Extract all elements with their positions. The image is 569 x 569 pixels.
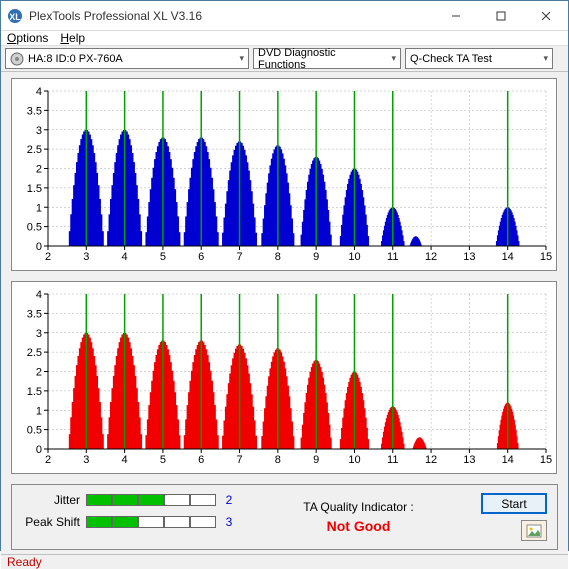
chart-top: 0 0.5 1 1.5 2 2.5 3 3.5 4 2 3 4 5 6 7 8 9 10 11 12 13 14 15 [11, 78, 557, 271]
svg-text:4: 4 [122, 251, 128, 263]
peakshift-value: 3 [222, 515, 236, 529]
svg-text:14: 14 [502, 454, 514, 466]
svg-text:11: 11 [387, 454, 398, 466]
segment [112, 494, 138, 506]
svg-text:0.5: 0.5 [27, 425, 42, 437]
svg-text:3.5: 3.5 [27, 105, 42, 117]
maximize-button[interactable] [478, 1, 523, 30]
jitter-bars [86, 494, 216, 506]
svg-text:2.5: 2.5 [27, 347, 42, 359]
svg-text:7: 7 [236, 251, 242, 263]
segment [112, 516, 138, 528]
svg-text:3: 3 [36, 328, 42, 340]
svg-text:8: 8 [275, 251, 281, 263]
svg-text:9: 9 [313, 454, 319, 466]
toolbar: HA:8 ID:0 PX-760A DVD Diagnostic Functio… [1, 46, 568, 72]
minimize-button[interactable] [433, 1, 478, 30]
svg-text:1.5: 1.5 [27, 183, 42, 195]
menu-help[interactable]: Help [60, 31, 85, 45]
start-button[interactable]: Start [481, 493, 547, 514]
svg-text:15: 15 [540, 251, 552, 263]
svg-text:13: 13 [463, 251, 475, 263]
segment [190, 516, 216, 528]
svg-text:1: 1 [36, 202, 42, 214]
svg-text:2: 2 [36, 164, 42, 176]
svg-text:10: 10 [348, 454, 360, 466]
segment [164, 516, 190, 528]
svg-text:4: 4 [36, 289, 42, 301]
svg-text:1: 1 [36, 405, 42, 417]
peakshift-label: Peak Shift [22, 515, 80, 529]
svg-text:2: 2 [45, 251, 51, 263]
segment [164, 494, 190, 506]
svg-text:3: 3 [83, 454, 89, 466]
function-select[interactable]: DVD Diagnostic Functions [253, 48, 401, 69]
svg-text:13: 13 [463, 454, 475, 466]
svg-text:XL: XL [9, 12, 21, 22]
chart-bottom: 0 0.5 1 1.5 2 2.5 3 3.5 4 2 3 4 5 6 7 8 9 10 11 12 13 14 15 [11, 281, 557, 474]
test-select[interactable]: Q-Check TA Test [405, 48, 553, 69]
svg-text:5: 5 [160, 251, 166, 263]
svg-text:15: 15 [540, 454, 552, 466]
metrics-panel: Jitter 2 Peak Shift 3 TA Quality Indicat… [11, 484, 558, 550]
svg-text:7: 7 [236, 454, 242, 466]
titlebar[interactable]: XL PlexTools Professional XL V3.16 [1, 1, 568, 31]
svg-text:10: 10 [348, 251, 360, 263]
svg-text:3: 3 [36, 125, 42, 137]
svg-text:4: 4 [122, 454, 128, 466]
svg-text:3.5: 3.5 [27, 308, 42, 320]
taq-label: TA Quality Indicator : [303, 500, 414, 514]
svg-text:5: 5 [160, 454, 166, 466]
picture-icon [526, 524, 542, 538]
svg-text:2.5: 2.5 [27, 144, 42, 156]
svg-text:2: 2 [45, 454, 51, 466]
svg-text:14: 14 [502, 251, 514, 263]
svg-text:0: 0 [36, 241, 42, 253]
segment [86, 494, 112, 506]
close-button[interactable] [523, 1, 568, 30]
svg-text:11: 11 [387, 251, 398, 263]
menubar: Options Help [1, 31, 568, 46]
status-text: Ready [7, 555, 42, 569]
svg-text:1.5: 1.5 [27, 386, 42, 398]
taq-value: Not Good [327, 518, 391, 534]
segment [86, 516, 112, 528]
svg-text:4: 4 [36, 86, 42, 98]
drive-select[interactable]: HA:8 ID:0 PX-760A [5, 48, 249, 69]
svg-text:12: 12 [425, 251, 437, 263]
segment [138, 494, 164, 506]
svg-text:12: 12 [425, 454, 437, 466]
jitter-value: 2 [222, 493, 236, 507]
svg-text:9: 9 [313, 251, 319, 263]
svg-text:0: 0 [36, 444, 42, 456]
peakshift-bars [86, 516, 216, 528]
save-image-button[interactable] [521, 520, 547, 541]
svg-text:6: 6 [198, 251, 204, 263]
drive-icon [10, 52, 24, 66]
jitter-label: Jitter [22, 493, 80, 507]
window-title: PlexTools Professional XL V3.16 [29, 9, 433, 23]
svg-text:3: 3 [83, 251, 89, 263]
segment [138, 516, 164, 528]
segment [190, 494, 216, 506]
svg-text:6: 6 [198, 454, 204, 466]
menu-options[interactable]: Options [7, 31, 48, 45]
svg-text:2: 2 [36, 367, 42, 379]
app-icon: XL [7, 8, 23, 24]
svg-text:0.5: 0.5 [27, 222, 42, 234]
svg-text:8: 8 [275, 454, 281, 466]
status-bar: Ready [1, 554, 568, 569]
